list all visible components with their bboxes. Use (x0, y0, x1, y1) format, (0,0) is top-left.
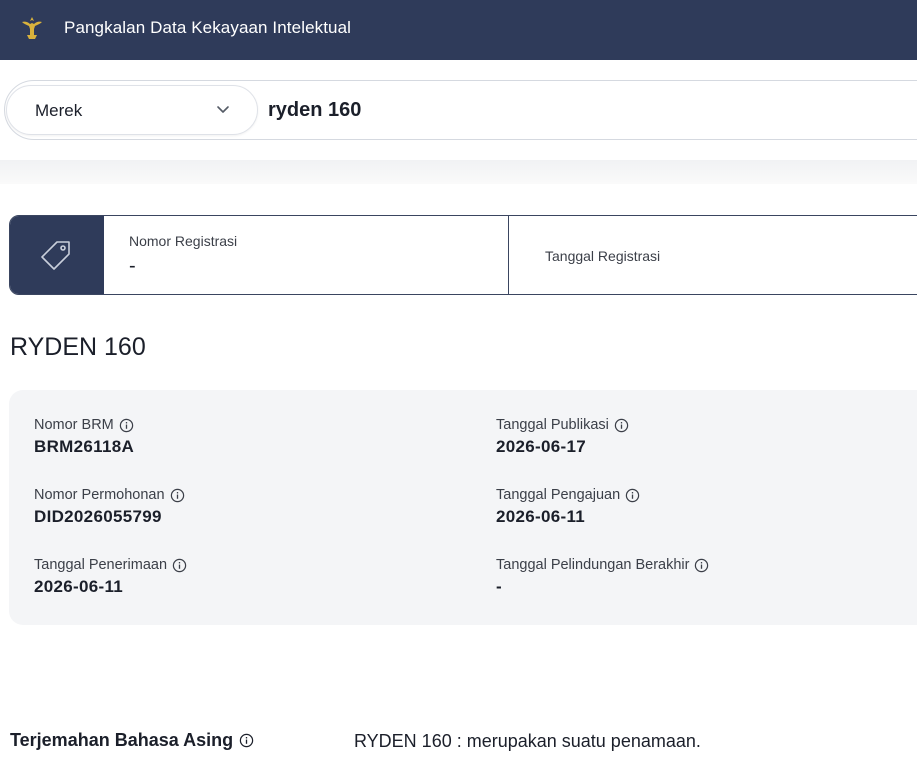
brm-field: Nomor BRM BRM26118A (34, 417, 134, 457)
publication-date-label: Tanggal Publikasi (496, 417, 609, 433)
receipt-date-label: Tanggal Penerimaan (34, 557, 168, 573)
receipt-date-value: 2026-06-11 (34, 577, 124, 596)
translation-label-group: Terjemahan Bahasa Asing (10, 730, 254, 751)
details-panel: Nomor BRM BRM26118A Nomor Permohonan DID… (9, 390, 917, 625)
search-row: Merek (0, 60, 917, 160)
application-number-field: Nomor Permohonan DID2026055799 (34, 487, 185, 527)
protection-end-field: Tanggal Pelindungan Berakhir - (496, 557, 709, 597)
mark-title: RYDEN 160 (10, 333, 146, 361)
protection-end-label: Tanggal Pelindungan Berakhir (496, 557, 690, 573)
filing-date-label: Tanggal Pengajuan (496, 487, 621, 503)
registration-number-label: Nomor Registrasi (129, 233, 238, 249)
registration-card: Nomor Registrasi - Tanggal Registrasi (9, 215, 917, 295)
publication-date-field: Tanggal Publikasi 2026-06-17 (496, 417, 629, 457)
info-icon[interactable] (239, 733, 254, 748)
translation-value: RYDEN 160 : merupakan suatu penamaan. (354, 731, 701, 751)
app-title: Pangkalan Data Kekayaan Intelektual (64, 18, 352, 37)
search-input[interactable] (268, 95, 888, 125)
garuda-logo-icon[interactable] (20, 15, 44, 41)
registration-number-cell: Nomor Registrasi - (104, 216, 509, 294)
application-number-label: Nomor Permohonan (34, 487, 165, 503)
translation-label: Terjemahan Bahasa Asing (10, 730, 234, 750)
info-icon[interactable] (119, 418, 134, 433)
application-number-value: DID2026055799 (34, 507, 162, 526)
protection-end-value: - (496, 577, 502, 596)
filing-date-field: Tanggal Pengajuan 2026-06-11 (496, 487, 640, 527)
brm-label: Nomor BRM (34, 417, 114, 433)
category-selected-value: Merek (35, 101, 83, 120)
receipt-date-field: Tanggal Penerimaan 2026-06-11 (34, 557, 187, 597)
tag-icon (41, 241, 70, 270)
brm-value: BRM26118A (34, 437, 135, 456)
chevron-down-icon (217, 106, 229, 113)
publication-date-value: 2026-06-17 (496, 437, 586, 456)
info-icon[interactable] (170, 488, 185, 503)
info-icon[interactable] (614, 418, 629, 433)
info-icon[interactable] (172, 558, 187, 573)
registration-number-value: - (129, 255, 136, 277)
registration-icon-block (10, 216, 104, 294)
section-divider (0, 160, 917, 184)
registration-date-cell: Tanggal Registrasi (509, 216, 917, 294)
info-icon[interactable] (625, 488, 640, 503)
registration-date-label: Tanggal Registrasi (545, 248, 661, 264)
filing-date-value: 2026-06-11 (496, 507, 586, 526)
info-icon[interactable] (694, 558, 709, 573)
category-dropdown[interactable]: Merek (6, 85, 258, 135)
top-bar: Pangkalan Data Kekayaan Intelektual (0, 0, 917, 60)
